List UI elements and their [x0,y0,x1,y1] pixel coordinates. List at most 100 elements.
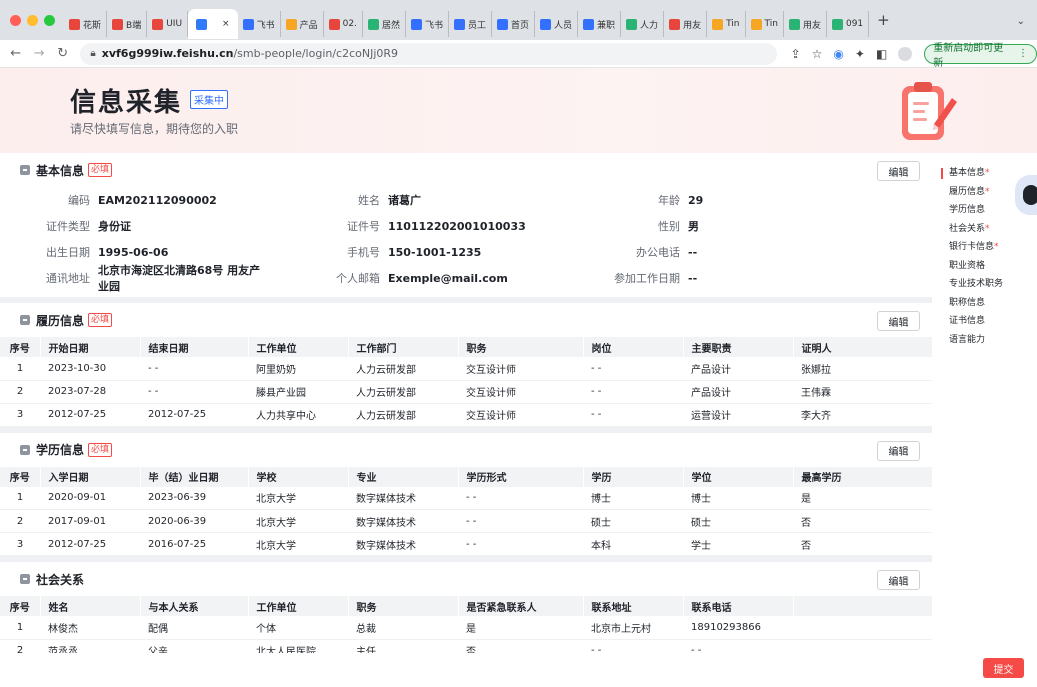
more-menu-icon[interactable]: ⋮ [1018,48,1028,59]
anchor-nav-label: 职称信息 [949,297,986,308]
assistant-robot-icon[interactable] [1015,175,1037,215]
table-cell: 产品设计 [683,380,793,404]
edit-resume-button[interactable]: 编辑 [877,311,920,331]
section-title: 社会关系 [36,572,85,587]
anchor-nav-label: 职业资格 [949,260,986,271]
browser-tab[interactable]: UIU [147,11,189,37]
share-icon[interactable]: ⇪ [791,47,801,61]
browser-tab[interactable]: B端 [107,11,148,37]
table-row[interactable]: 1 2020-09-01 2023-06-39 北京大学 数字媒体技术 - - 博士 博士是 [0,486,932,510]
table-row[interactable]: 2 2017-09-01 2020-06-39 北京大学 数字媒体技术 - - 硕士 硕士否 [0,509,932,533]
tab-close-icon[interactable]: × [222,19,230,29]
tab-search-icon[interactable]: ⌄ [1017,16,1025,27]
edit-social-button[interactable]: 编辑 [877,570,920,590]
browser-tab[interactable]: 产品 [281,11,324,37]
anchor-nav-label: 证书信息 [949,316,986,326]
profile-avatar-icon[interactable] [898,46,913,61]
table-cell: 3 [0,532,40,556]
table-cell: 个体 [248,616,348,640]
browser-tab[interactable]: 飞书 [406,11,449,37]
browser-tab[interactable]: 兼职 [578,11,622,37]
table-cell: 张娜拉 [793,357,932,381]
reload-icon[interactable]: ↻ [55,46,70,61]
anchor-nav-item[interactable]: 语言能力 [932,331,1037,350]
anchor-nav-item[interactable]: 职业资格 [932,257,1037,276]
minimize-window-button[interactable] [27,14,38,26]
column-header: 学位 [683,466,794,487]
collapse-icon[interactable] [20,444,30,455]
anchor-nav-item[interactable]: 证书信息 [932,312,1037,331]
anchor-nav-item[interactable]: 职称信息 [932,294,1037,313]
browser-tab[interactable]: 居然 [363,11,406,37]
edit-basic-button[interactable]: 编辑 [877,161,920,181]
resume-table: 序号 开始日期 结束日期 工作单位 工作部门 职务 岗位 主要职责 证明人 1 2023-10-30… [0,337,932,427]
column-header: 职务 [458,337,584,357]
collapse-icon[interactable] [20,165,30,175]
required-star: * [985,168,990,178]
column-header: 序号 [0,596,41,616]
table-cell: 总裁 [348,616,458,640]
table-row[interactable]: 2 范丞丞 父亲 北大人民医院 主任否 - -- - [0,639,932,653]
table-cell: 交互设计师 [458,403,583,427]
form-sections[interactable]: 基本信息 必填 编辑 编码 EAM202112090002 姓名 诸葛广 年龄 29 证件类… [0,153,932,653]
table-cell: 产品设计 [683,357,793,381]
table-header-row: 序号 入学日期 毕（结）业日期 学校 专业 学历形式 学历 学位 最高学历 [0,466,932,487]
url-field[interactable]: 🔒︎ xvf6g999iw.feishu.cn/smb-people/login… [80,42,777,65]
required-star: * [994,242,999,252]
tab-label: 091 [845,19,864,29]
edit-education-button[interactable]: 编辑 [877,440,920,461]
maximize-window-button[interactable] [44,14,55,26]
table-cell: 本科 [583,532,683,556]
anchor-nav-label: 语言能力 [949,334,986,345]
table-row[interactable]: 1 2023-10-30- - 阿里奶奶 人力云研发部 交互设计师 - - 产品设计 张娜拉 [0,357,932,381]
browser-tab[interactable]: 人力 [621,11,665,37]
tab-label: 产品 [299,20,318,31]
browser-tab[interactable]: Tin [707,11,746,37]
column-header [793,596,932,616]
tab-favicon-icon [367,18,379,30]
table-cell: 人力云研发部 [348,380,458,404]
forward-icon[interactable]: → [31,46,46,61]
anchor-nav-item[interactable]: 银行卡信息* [932,238,1037,257]
browser-tab[interactable]: × [188,9,238,39]
extensions-puzzle-icon[interactable]: ✦ [855,47,865,61]
browser-tab[interactable]: 02. [324,11,363,37]
field-value: 150-1001-1235 [388,245,482,259]
field-label: 通讯地址 [46,272,90,285]
browser-tab[interactable]: 首页 [492,11,536,37]
new-tab-button[interactable]: + [877,11,890,29]
column-header: 岗位 [583,337,684,357]
sidebar-toggle-icon[interactable]: ◧ [876,47,887,61]
table-row[interactable]: 3 2012-07-25 2012-07-25 人力共享中心 人力云研发部 交互设计师 - … [0,403,932,427]
table-row[interactable]: 3 2012-07-25 2016-07-25 北京大学 数字媒体技术 - - 本科 学士否 [0,532,932,556]
tab-label: 飞书 [256,20,275,31]
extension-circle-icon[interactable]: ◉ [833,47,843,61]
browser-tab[interactable]: 用友 [784,11,827,37]
anchor-nav-item[interactable]: 专业技术职务 [932,275,1037,294]
field-label: 办公电话 [636,246,680,259]
back-icon[interactable]: ← [8,46,23,61]
field-value: -- [688,245,698,259]
section-title: 履历信息 [36,313,85,328]
browser-tab[interactable]: 用友 [664,11,708,37]
browser-tab[interactable]: 飞书 [238,11,281,37]
collapse-icon[interactable] [20,315,30,325]
close-window-button[interactable] [10,14,21,26]
tab-label: 居然 [381,20,400,31]
browser-tab[interactable]: 员工 [449,11,492,37]
bookmark-star-icon[interactable]: ☆ [812,47,823,61]
browser-tab[interactable]: 091 [827,11,870,37]
browser-tab[interactable]: 人员 [535,11,579,37]
submit-button[interactable]: 提交 [983,658,1024,678]
anchor-nav-item[interactable]: 社会关系* [932,220,1037,239]
column-header: 职务 [348,596,459,616]
table-row[interactable]: 1 林俊杰 配偶 个体 总裁是北京市上元村 18910293866 [0,616,932,640]
update-browser-button[interactable]: 重新启动即可更新 ⋮ [924,43,1037,69]
collapse-icon[interactable] [20,574,30,584]
browser-tab[interactable]: 花斯 [64,11,108,37]
table-cell: 2 [0,380,40,404]
table-row[interactable]: 2 2023-07-28- - 滕县产业园 人力云研发部 交互设计师 - - 产品设计 王伟霖 [0,380,932,404]
browser-tab[interactable]: Tin [746,11,784,37]
table-cell: - - [140,357,248,381]
update-button-label: 重新启动即可更新 [933,42,1004,69]
